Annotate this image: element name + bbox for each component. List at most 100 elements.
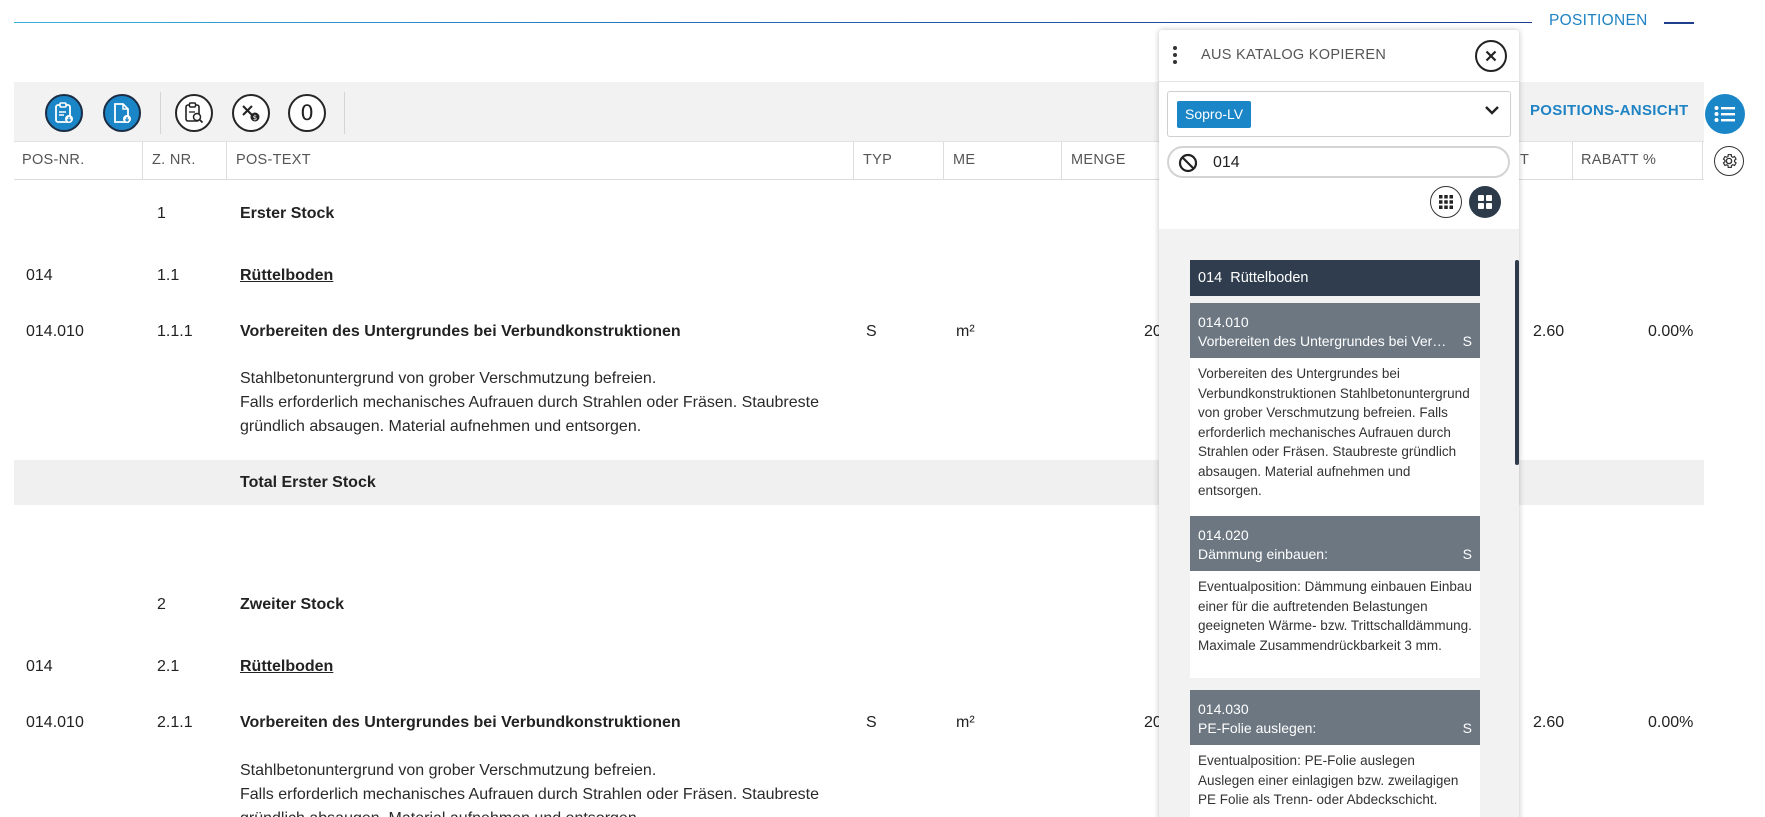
desc-line: gründlich absaugen. Material aufnehmen u…	[240, 418, 642, 435]
list-view-button[interactable]	[1705, 94, 1745, 134]
col-header-price[interactable]: T	[1520, 152, 1529, 168]
cell-z-nr: 2.1.1	[157, 714, 193, 731]
clipboard-import-icon	[55, 102, 73, 123]
col-header-pos-text[interactable]: POS-TEXT	[236, 152, 311, 168]
catalog-chip[interactable]: Sopro-LV	[1177, 101, 1252, 128]
cell-typ: S	[866, 323, 877, 340]
col-separator	[943, 142, 944, 180]
col-header-typ[interactable]: TYP	[863, 152, 892, 168]
cell-position-title: Vorbereiten des Untergrundes bei Verbund…	[240, 714, 681, 731]
desc-line: Falls erforderlich mechanisches Aufrauen…	[240, 786, 819, 803]
catalog-item-header[interactable]: 014.030 PE-Folie auslegen: S	[1190, 690, 1480, 745]
cell-group-title[interactable]: Rüttelboden	[240, 658, 333, 676]
catalog-item-header[interactable]: 014.020 Dämmung einbauen: S	[1190, 516, 1480, 571]
catalog-item-body[interactable]: Eventualposition: PE-Folie auslegen Ausl…	[1190, 745, 1480, 817]
close-icon	[1485, 50, 1497, 62]
item-code: 014.020	[1198, 527, 1249, 543]
cell-total-title: Total Erster Stock	[240, 474, 376, 491]
toolbar-separator	[160, 92, 161, 134]
cell-position-description: Stahlbetonuntergrund von grober Verschmu…	[240, 759, 819, 817]
catalog-group-header[interactable]: 014 Rüttelboden	[1190, 260, 1480, 296]
kebab-menu-icon[interactable]	[1173, 46, 1177, 64]
item-type: S	[1462, 333, 1472, 349]
remove-price-icon: $	[242, 105, 260, 122]
col-header-z-nr[interactable]: Z. NR.	[152, 152, 196, 168]
item-type: S	[1462, 546, 1472, 562]
catalog-search-input[interactable]	[1213, 153, 1493, 173]
column-settings-button[interactable]	[1714, 146, 1744, 176]
group-name: Rüttelboden	[1230, 270, 1309, 286]
cell-rabatt: 0.00%	[1648, 714, 1694, 731]
grid-large-view-button[interactable]	[1469, 186, 1501, 218]
desc-line: Stahlbetonuntergrund von grober Verschmu…	[240, 370, 657, 387]
catalog-item-header[interactable]: 014.010 Vorbereiten des Untergrundes bei…	[1190, 303, 1480, 358]
toolbar-separator	[344, 92, 345, 134]
catalog-copy-panel: AUS KATALOG KOPIEREN Sopro-LV 014 014 Rü…	[1159, 30, 1519, 817]
file-import-button[interactable]	[103, 94, 141, 132]
grid-squares-icon	[1478, 195, 1492, 209]
cell-z-nr: 1.1.1	[157, 323, 193, 340]
cell-me: m²	[956, 323, 975, 340]
col-separator	[1572, 142, 1573, 180]
col-separator	[226, 142, 227, 180]
catalog-item-body[interactable]: Eventualposition: Dämmung einbauen Einba…	[1190, 571, 1480, 678]
col-header-menge[interactable]: MENGE	[1071, 152, 1126, 168]
col-separator	[1061, 142, 1062, 180]
cell-section-title: Erster Stock	[240, 205, 335, 222]
chevron-down-icon[interactable]	[1484, 104, 1500, 116]
col-header-pos-nr[interactable]: POS-NR.	[22, 152, 85, 168]
item-title: Dämmung einbauen:	[1198, 546, 1328, 562]
catalog-scrollbar[interactable]	[1515, 260, 1519, 465]
cell-position-title: Vorbereiten des Untergrundes bei Verbund…	[240, 323, 681, 340]
cell-position-description: Stahlbetonuntergrund von grober Verschmu…	[240, 367, 819, 439]
catalog-item-body[interactable]: Vorbereiten des Untergrundes bei Verbund…	[1190, 358, 1480, 533]
catalog-search[interactable]	[1167, 146, 1510, 178]
cell-rabatt: 0.00%	[1648, 323, 1694, 340]
positions-view-link[interactable]: POSITIONS-ANSICHT	[1530, 102, 1688, 119]
grid-dots-icon	[1439, 195, 1453, 209]
clear-filter-icon[interactable]	[1178, 153, 1198, 173]
desc-line: Stahlbetonuntergrund von grober Verschmu…	[240, 762, 657, 779]
desc-line: Falls erforderlich mechanisches Aufrauen…	[240, 394, 819, 411]
cell-pos-nr: 014.010	[26, 323, 84, 340]
item-code: 014.030	[1198, 701, 1249, 717]
panel-header: AUS KATALOG KOPIEREN	[1159, 30, 1519, 82]
gear-icon	[1722, 153, 1737, 169]
close-button[interactable]	[1475, 40, 1507, 72]
zero-quantity-button[interactable]: 0	[288, 94, 326, 132]
col-separator	[1702, 142, 1703, 180]
cell-me: m²	[956, 714, 975, 731]
clipboard-search-button[interactable]	[175, 94, 213, 132]
item-type: S	[1462, 720, 1472, 736]
header-line	[14, 22, 1532, 23]
catalog-select[interactable]: Sopro-LV	[1167, 91, 1511, 137]
header-line-end	[1664, 22, 1694, 24]
col-header-rabatt[interactable]: RABATT %	[1581, 152, 1656, 168]
cell-pos-nr: 014	[26, 267, 53, 284]
group-code: 014	[1198, 270, 1223, 286]
cell-z-nr: 2	[157, 596, 166, 613]
cell-z-nr: 1	[157, 205, 166, 222]
list-icon	[1714, 106, 1735, 122]
item-title: Vorbereiten des Untergrundes bei Verbun.…	[1198, 333, 1453, 349]
cell-price: 2.60	[1533, 323, 1565, 340]
cell-z-nr: 2.1	[157, 658, 180, 675]
item-title: PE-Folie auslegen:	[1198, 720, 1317, 736]
cell-group-title[interactable]: Rüttelboden	[240, 267, 333, 285]
zero-label: 0	[300, 101, 314, 125]
grid-small-view-button[interactable]	[1430, 186, 1462, 218]
clipboard-import-button[interactable]	[45, 94, 83, 132]
page-title: POSITIONEN	[1549, 12, 1648, 29]
remove-price-button[interactable]: $	[232, 94, 270, 132]
desc-line: gründlich absaugen. Material aufnehmen u…	[240, 807, 819, 817]
col-separator	[853, 142, 854, 180]
cell-typ: S	[866, 714, 877, 731]
cell-pos-nr: 014	[26, 658, 53, 675]
panel-title: AUS KATALOG KOPIEREN	[1201, 47, 1387, 63]
cell-pos-nr: 014.010	[26, 714, 84, 731]
item-code: 014.010	[1198, 314, 1249, 330]
clipboard-search-icon	[185, 102, 204, 124]
cell-section-title: Zweiter Stock	[240, 596, 345, 613]
col-header-me[interactable]: ME	[953, 152, 975, 168]
cell-price: 2.60	[1533, 714, 1565, 731]
